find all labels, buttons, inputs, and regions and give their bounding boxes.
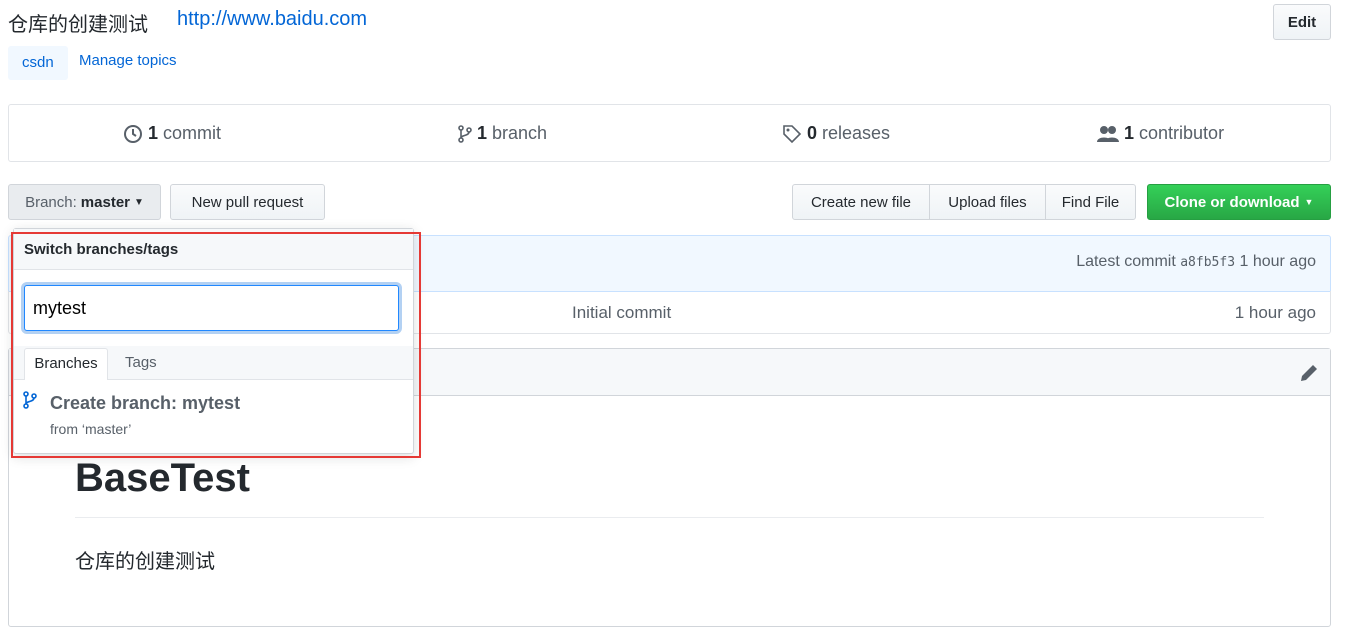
find-file-button[interactable]: Find File [1045, 184, 1136, 220]
commit-message-link[interactable]: Initial commit [572, 303, 671, 323]
caret-down-icon: ▼ [1304, 197, 1314, 207]
repo-description: 仓库的创建测试 [8, 14, 148, 36]
highlight-box [11, 232, 421, 458]
new-pull-request-button[interactable]: New pull request [170, 184, 325, 220]
clone-download-button[interactable]: Clone or download ▼ [1147, 184, 1331, 220]
commit-sha-link[interactable]: a8fb5f3 [1180, 255, 1235, 270]
stat-commits[interactable]: 1 commit [123, 123, 221, 144]
manage-topics-link[interactable]: Manage topics [79, 52, 177, 69]
stat-contributors[interactable]: 1 contributor [1097, 123, 1224, 144]
readme-heading: BaseTest [75, 456, 250, 500]
create-new-file-button[interactable]: Create new file [792, 184, 930, 220]
topic-tag[interactable]: csdn [8, 46, 68, 80]
edit-button[interactable]: Edit [1273, 4, 1331, 40]
caret-down-icon: ▼ [134, 196, 144, 208]
history-icon [124, 124, 142, 143]
branch-icon [458, 124, 472, 143]
latest-commit: Latest commit a8fb5f3 1 hour ago [1076, 253, 1316, 270]
tag-icon [783, 124, 802, 143]
readme-body: 仓库的创建测试 [75, 551, 215, 573]
pencil-icon[interactable] [1299, 363, 1319, 383]
stat-branches[interactable]: 1 branch [458, 123, 547, 144]
branch-select-button[interactable]: Branch: master ▼ [8, 184, 161, 220]
stat-releases[interactable]: 0 releases [782, 123, 890, 144]
divider [75, 517, 1264, 518]
repo-website-link[interactable]: http://www.baidu.com [177, 8, 367, 31]
file-age: 1 hour ago [1234, 303, 1316, 322]
people-icon [1097, 125, 1119, 142]
upload-files-button[interactable]: Upload files [929, 184, 1046, 220]
